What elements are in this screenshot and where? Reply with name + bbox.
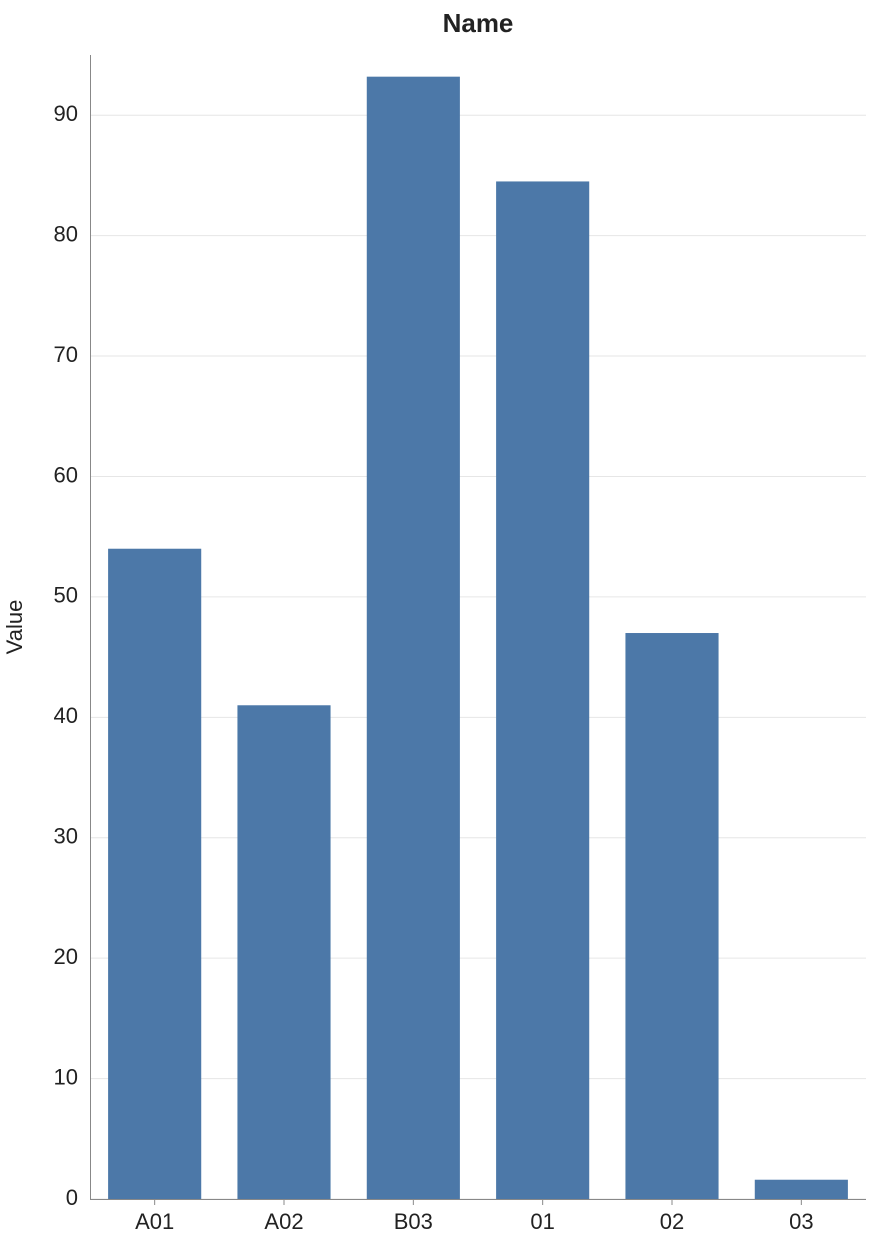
chart-title: Name — [90, 8, 866, 39]
y-tick-label: 40 — [54, 703, 78, 728]
y-tick-label: 0 — [66, 1185, 78, 1210]
y-tick-label: 10 — [54, 1064, 78, 1089]
x-tick-label: B03 — [394, 1209, 433, 1234]
bar — [496, 181, 589, 1199]
y-tick-label: 60 — [54, 462, 78, 487]
y-tick-label: 70 — [54, 342, 78, 367]
y-tick-label: 20 — [54, 944, 78, 969]
y-tick-label: 90 — [54, 101, 78, 126]
x-tick-label: 02 — [660, 1209, 684, 1234]
bar — [108, 549, 201, 1199]
x-tick-label: 03 — [789, 1209, 813, 1234]
bar — [755, 1180, 848, 1199]
y-tick-label: 50 — [54, 583, 78, 608]
chart-svg: 0 10 20 30 40 50 60 70 80 90 A01 A02 B03 01 02 03 Value — [0, 0, 876, 1254]
bar-chart: Name 0 10 20 30 40 50 60 70 80 90 A01 A02 B03 01 02 03 V… — [0, 0, 876, 1254]
y-tick-label: 80 — [54, 221, 78, 246]
y-tick-label: 30 — [54, 824, 78, 849]
y-axis-label: Value — [2, 600, 27, 655]
bar — [237, 705, 330, 1199]
x-tick-label: A01 — [135, 1209, 174, 1234]
bar — [625, 633, 718, 1199]
x-tick-label: 01 — [530, 1209, 554, 1234]
x-tick-label: A02 — [264, 1209, 303, 1234]
bar — [367, 77, 460, 1199]
